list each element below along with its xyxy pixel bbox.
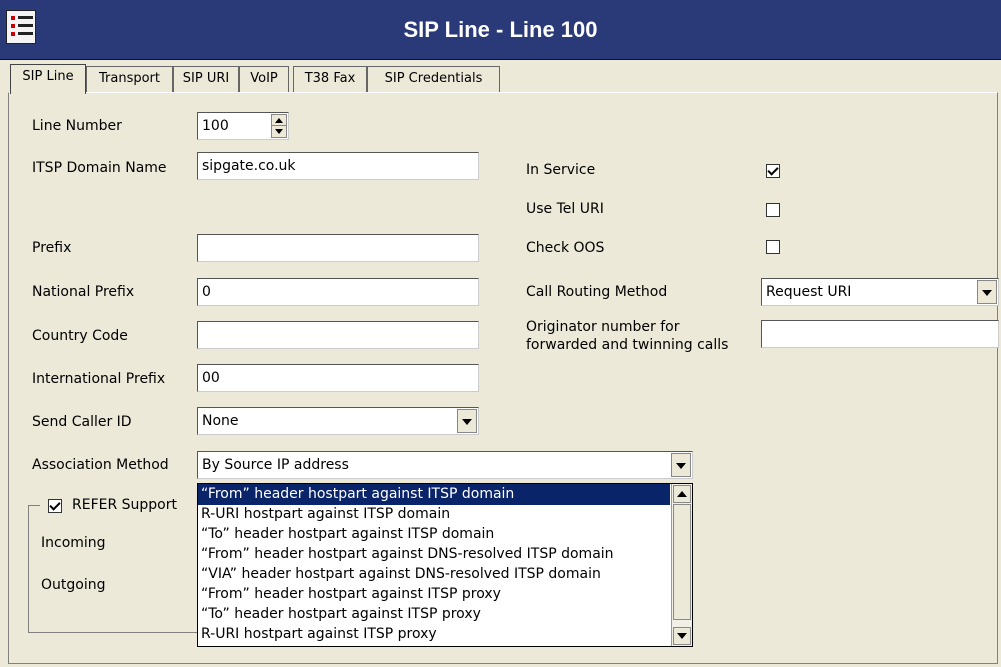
tab-sip-credentials[interactable]: SIP Credentials — [367, 66, 500, 92]
originator-label-line2: forwarded and twinning calls — [526, 337, 729, 353]
itsp-domain-label: ITSP Domain Name — [32, 160, 167, 176]
association-method-select[interactable]: By Source IP address — [197, 451, 693, 479]
outgoing-label: Outgoing — [41, 577, 106, 593]
tab-t38-fax[interactable]: T38 Fax — [293, 66, 367, 92]
scroll-thumb[interactable] — [673, 504, 691, 620]
list-item[interactable]: R-URI hostpart against ITSP proxy — [198, 624, 670, 645]
list-item[interactable]: “From” header hostpart against ITSP prox… — [198, 584, 670, 605]
originator-input[interactable] — [761, 320, 999, 348]
international-prefix-label: International Prefix — [32, 371, 166, 387]
association-method-label: Association Method — [32, 457, 169, 473]
call-routing-label: Call Routing Method — [526, 284, 668, 300]
in-service-checkbox[interactable] — [766, 164, 780, 178]
send-caller-id-value: None — [202, 413, 239, 429]
scroll-up-icon[interactable] — [673, 485, 691, 503]
incoming-label: Incoming — [41, 535, 106, 551]
tab-sip-line[interactable]: SIP Line — [10, 64, 86, 94]
itsp-domain-input[interactable]: sipgate.co.uk — [197, 152, 479, 180]
dropdown-scrollbar[interactable] — [671, 484, 692, 646]
association-method-value: By Source IP address — [202, 457, 349, 473]
list-item[interactable]: “VIA” header hostpart against DNS-resolv… — [198, 564, 670, 585]
prefix-input[interactable] — [197, 234, 479, 262]
chevron-down-icon[interactable] — [671, 453, 691, 477]
country-code-label: Country Code — [32, 328, 128, 344]
line-number-spinner[interactable]: 100 — [197, 112, 289, 140]
scroll-down-icon[interactable] — [673, 627, 691, 645]
in-service-label: In Service — [526, 162, 596, 178]
use-tel-uri-checkbox[interactable] — [766, 203, 780, 217]
national-prefix-label: National Prefix — [32, 284, 135, 300]
spinner-arrows-icon[interactable] — [271, 114, 287, 138]
window-title: SIP Line - Line 100 — [403, 17, 598, 42]
national-prefix-input[interactable]: 0 — [197, 278, 479, 306]
window-titlebar: SIP Line - Line 100 — [0, 0, 1001, 60]
send-caller-id-select[interactable]: None — [197, 407, 479, 435]
call-routing-value: Request URI — [766, 284, 852, 300]
list-item[interactable]: R-URI hostpart against ITSP domain — [198, 504, 670, 525]
tab-voip[interactable]: VoIP — [239, 66, 289, 92]
refer-support-legend: REFER Support — [40, 496, 200, 516]
list-item[interactable]: “To” header hostpart against ITSP domain — [198, 524, 670, 545]
call-routing-select[interactable]: Request URI — [761, 278, 999, 306]
originator-label-line1: Originator number for — [526, 319, 680, 335]
originator-label: Originator number for forwarded and twin… — [526, 318, 728, 354]
list-item[interactable]: “To” header hostpart against ITSP proxy — [198, 604, 670, 625]
check-oos-checkbox[interactable] — [766, 240, 780, 254]
list-item[interactable]: “From” header hostpart against ITSP doma… — [198, 484, 670, 505]
refer-support-label: REFER Support — [72, 497, 177, 513]
country-code-input[interactable] — [197, 321, 479, 349]
chevron-down-icon[interactable] — [977, 280, 997, 304]
international-prefix-input[interactable]: 00 — [197, 364, 479, 392]
chevron-down-icon[interactable] — [457, 409, 477, 433]
association-method-dropdown-list[interactable]: “From” header hostpart against ITSP doma… — [197, 483, 693, 647]
line-number-value: 100 — [202, 118, 229, 134]
check-oos-label: Check OOS — [526, 240, 605, 256]
list-item[interactable]: “From” header hostpart against DNS-resol… — [198, 544, 670, 565]
use-tel-uri-label: Use Tel URI — [526, 201, 604, 217]
send-caller-id-label: Send Caller ID — [32, 414, 132, 430]
tab-transport[interactable]: Transport — [86, 66, 173, 92]
refer-support-group — [28, 505, 218, 633]
tab-sip-uri[interactable]: SIP URI — [173, 66, 239, 92]
line-number-label: Line Number — [32, 118, 122, 134]
prefix-label: Prefix — [32, 240, 72, 256]
refer-support-checkbox[interactable] — [48, 499, 62, 513]
